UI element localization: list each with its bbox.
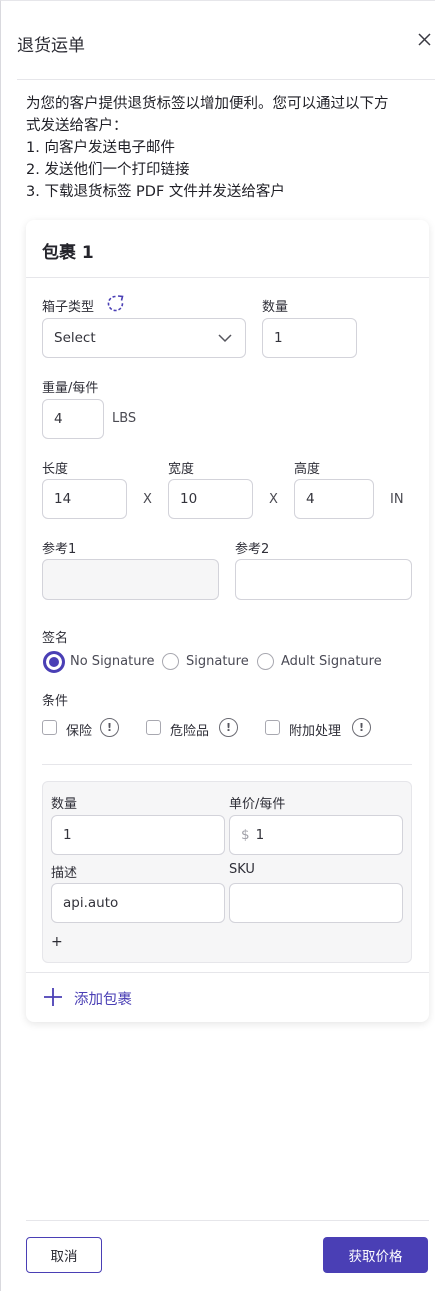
info-icon[interactable]: ! [100,718,119,737]
length-value: 14 [54,491,72,507]
plus-icon[interactable] [42,986,64,1008]
info-icon[interactable]: ! [219,718,238,737]
height-value: 4 [306,491,315,507]
footer-divider [26,1220,429,1221]
radio-adult-signature[interactable] [257,653,274,670]
package-divider [26,277,429,278]
height-label: 高度 [294,462,321,477]
width-label: 宽度 [168,462,195,477]
add-package-divider [26,972,429,973]
header-divider [17,79,435,80]
radio-label: Adult Signature [281,654,382,669]
box-type-label: 箱子类型 [42,300,95,315]
unit-price-label: 单价/每件 [229,797,286,812]
weight-value: 4 [54,411,63,427]
item-quantity-input[interactable]: 1 [51,815,225,855]
reference1-input[interactable] [42,559,219,600]
description-value: api.auto [63,895,119,911]
currency-symbol: $ [241,827,250,843]
reference2-label: 参考2 [235,542,270,557]
get-rates-button[interactable]: 获取价格 [323,1237,428,1273]
radio-signature[interactable] [162,653,179,670]
item-quantity-label: 数量 [51,797,78,812]
conditions-divider [42,764,412,765]
weight-label: 重量/每件 [42,381,99,396]
weight-unit: LBS [112,411,137,426]
add-item-button[interactable]: + [51,934,63,950]
info-icon[interactable]: ! [352,718,371,737]
width-value: 10 [180,491,198,507]
reference1-label: 参考1 [42,542,77,557]
reference2-input[interactable] [235,559,412,600]
conditions-label: 条件 [42,694,69,709]
radio-label: Signature [186,654,249,669]
cancel-button[interactable]: 取消 [26,1237,102,1273]
unit-price-input[interactable]: $ 1 [229,815,403,855]
intro-line: 式发送给客户： [26,118,128,134]
dialog-title: 退货运单 [17,36,85,56]
quantity-value: 1 [274,330,283,346]
intro-line: 2. 发送他们一个打印链接 [26,162,190,178]
checkbox-insurance[interactable] [42,720,57,735]
intro-text: 为您的客户提供退货标签以增加便利。您可以通过以下方 式发送给客户： 1. 向客户… [26,93,430,203]
sku-input[interactable] [229,883,403,923]
intro-line: 1. 向客户发送电子邮件 [26,140,175,156]
unit-price-value: 1 [255,827,265,843]
package-title: 包裹 1 [42,243,94,263]
radio-no-signature[interactable] [43,651,65,673]
length-label: 长度 [42,462,69,477]
radio-label: No Signature [70,654,155,669]
item-quantity-value: 1 [63,827,72,843]
add-package-button[interactable]: 添加包裹 [74,988,132,1009]
quantity-label: 数量 [262,300,289,315]
intro-line: 3. 下载退货标签 PDF 文件并发送给客户 [26,184,285,200]
quantity-input[interactable]: 1 [262,318,357,358]
checkbox-label: 附加处理 [289,724,342,739]
height-input[interactable]: 4 [294,479,374,519]
return-label-dialog: 退货运单 为您的客户提供退货标签以增加便利。您可以通过以下方 式发送给客户： 1… [0,0,435,1291]
weight-input[interactable]: 4 [42,399,104,439]
width-input[interactable]: 10 [168,479,253,519]
checkbox-dangerous-goods[interactable] [146,720,161,735]
dimension-separator: X [269,492,278,507]
intro-line: 为您的客户提供退货标签以增加便利。您可以通过以下方 [26,96,389,112]
close-icon[interactable] [414,29,435,51]
dimension-unit: IN [390,492,404,507]
dimension-separator: X [143,492,152,507]
checkbox-additional-handling[interactable] [265,720,280,735]
refresh-icon[interactable] [106,294,125,313]
length-input[interactable]: 14 [42,479,127,519]
description-label: 描述 [51,866,78,881]
checkbox-label: 危险品 [170,724,210,739]
signature-label: 签名 [42,631,69,646]
description-input[interactable]: api.auto [51,883,225,923]
sku-label: SKU [229,862,255,877]
box-type-select[interactable]: Select [42,318,246,358]
chevron-down-icon [217,332,233,348]
box-type-value: Select [54,330,96,346]
checkbox-label: 保险 [66,724,93,739]
item-box [42,781,412,963]
